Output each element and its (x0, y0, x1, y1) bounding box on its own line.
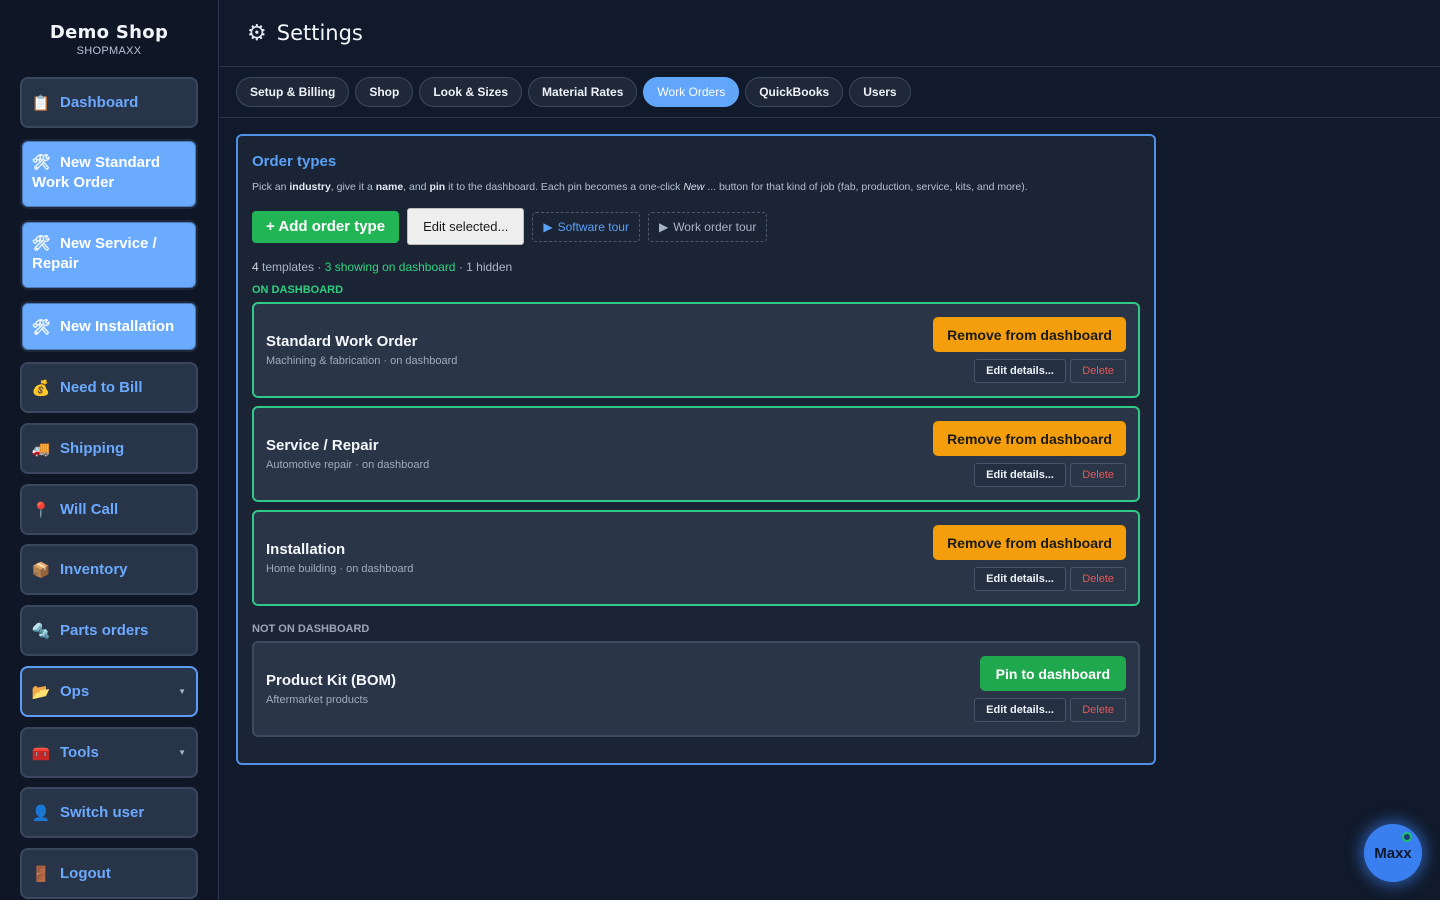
delete-button[interactable]: Delete (1070, 463, 1126, 487)
order-type-card: Service / Repair Automotive repair · on … (252, 406, 1140, 502)
user-icon: 👤 (31, 804, 51, 822)
sidebar-item-label: Dashboard (60, 94, 139, 111)
sidebar-item-logout[interactable]: 🚪 Logout (20, 848, 198, 899)
sidebar-item-label: Shipping (60, 440, 125, 457)
order-type-subtitle: Automotive repair · on dashboard (266, 459, 430, 471)
tab-shop[interactable]: Shop (355, 77, 414, 107)
edit-selected-button[interactable]: Edit selected... (407, 208, 525, 245)
sidebar-item-label: New Service / Repair (32, 235, 157, 272)
sidebar-item-will-call[interactable]: 📍 Will Call (20, 484, 198, 535)
order-type-subtitle: Aftermarket products (266, 694, 369, 706)
remove-from-dashboard-button[interactable]: Remove from dashboard (933, 525, 1126, 560)
on-dashboard-heading: ON DASHBOARD (252, 284, 344, 296)
sidebar-item-dashboard[interactable]: 📋 Dashboard (20, 77, 198, 128)
sidebar-item-label: Inventory (60, 561, 128, 578)
edit-details-button[interactable]: Edit details... (974, 698, 1066, 722)
brand: Demo Shop SHOPMAXX (0, 0, 218, 66)
sidebar-item-label: New Installation (60, 318, 175, 335)
sidebar: Demo Shop SHOPMAXX 📋 Dashboard 🛠 New Sta… (0, 0, 219, 900)
software-tour-button[interactable]: ▶ Software tour (532, 211, 640, 242)
software-tour-label: Software tour (557, 219, 629, 234)
template-counts: 4 templates · 3 showing on dashboard · 1… (252, 260, 513, 274)
panel-actions: + Add order type Edit selected... ▶ Soft… (252, 208, 768, 245)
pin-to-dashboard-button[interactable]: Pin to dashboard (979, 656, 1126, 691)
door-icon: 🚪 (31, 865, 51, 883)
tab-work-orders[interactable]: Work Orders (643, 77, 740, 107)
edit-details-button[interactable]: Edit details... (974, 567, 1066, 591)
not-on-dashboard-heading: NOT ON DASHBOARD (252, 623, 370, 635)
order-type-card: Standard Work Order Machining & fabricat… (252, 302, 1140, 398)
work-order-tour-button[interactable]: ▶ Work order tour (647, 211, 768, 242)
maxx-label: Maxx (1374, 844, 1412, 862)
truck-icon: 🚚 (31, 440, 51, 458)
tab-look-sizes[interactable]: Look & Sizes (419, 77, 523, 107)
online-status-icon (1402, 832, 1412, 842)
sidebar-item-inventory[interactable]: 📦 Inventory (20, 544, 198, 595)
gear-icon: ⚙ (247, 20, 267, 45)
order-type-name: Service / Repair (266, 437, 379, 454)
money-bag-icon: 💰 (31, 379, 51, 397)
tab-setup-billing[interactable]: Setup & Billing (236, 77, 350, 107)
sidebar-item-new-installation[interactable]: 🛠 New Installation (20, 301, 198, 352)
order-type-name: Standard Work Order (266, 333, 418, 350)
toolbox-icon: 🧰 (31, 744, 51, 762)
sidebar-item-label: Switch user (60, 804, 145, 821)
order-type-name: Product Kit (BOM) (266, 672, 396, 689)
order-type-subtitle: Home building · on dashboard (266, 563, 414, 575)
sidebar-item-label: Logout (60, 865, 111, 882)
sidebar-item-parts-orders[interactable]: 🔩 Parts orders (20, 605, 198, 656)
order-type-card: Installation Home building · on dashboar… (252, 510, 1140, 606)
sidebar-item-ops[interactable]: 📂 Ops ▼ (20, 666, 198, 717)
delete-button[interactable]: Delete (1070, 359, 1126, 383)
settings-tabs: Setup & Billing Shop Look & Sizes Materi… (220, 67, 1440, 118)
brand-name: Demo Shop (49, 22, 169, 43)
sidebar-item-label: Need to Bill (60, 379, 143, 396)
panel-title: Order types (252, 153, 337, 170)
remove-from-dashboard-button[interactable]: Remove from dashboard (933, 421, 1126, 456)
tab-quickbooks[interactable]: QuickBooks (745, 77, 844, 107)
tab-material-rates[interactable]: Material Rates (528, 77, 638, 107)
sidebar-item-shipping[interactable]: 🚚 Shipping (20, 423, 198, 474)
chevron-down-icon: ▼ (178, 687, 186, 696)
edit-details-button[interactable]: Edit details... (974, 359, 1066, 383)
sidebar-item-label: New Standard Work Order (32, 154, 161, 191)
box-icon: 📦 (31, 561, 51, 579)
chevron-down-icon: ▼ (178, 748, 186, 757)
order-type-name: Installation (266, 541, 346, 558)
play-icon: ▶ (543, 219, 553, 234)
pin-icon: 📍 (31, 501, 51, 519)
tab-users[interactable]: Users (849, 77, 911, 107)
order-type-subtitle: Machining & fabrication · on dashboard (266, 355, 458, 367)
work-order-tour-label: Work order tour (673, 219, 757, 234)
sidebar-item-new-service-repair[interactable]: 🛠 New Service / Repair (20, 220, 198, 290)
sidebar-item-label: Tools (60, 744, 99, 761)
sidebar-item-label: Ops (60, 683, 90, 700)
tools-icon: 🛠 (31, 318, 51, 336)
clipboard-icon: 📋 (31, 94, 51, 112)
play-icon: ▶ (658, 219, 669, 234)
page-title: Settings (276, 21, 363, 45)
sidebar-item-need-to-bill[interactable]: 💰 Need to Bill (20, 362, 198, 413)
order-types-panel: Order types Pick an industry, give it a … (236, 134, 1156, 765)
add-order-type-button[interactable]: + Add order type (252, 210, 400, 243)
sidebar-item-label: Will Call (60, 501, 119, 518)
maxx-assistant-button[interactable]: Maxx (1364, 824, 1422, 882)
brand-subtitle: SHOPMAXX (76, 45, 142, 57)
folder-icon: 📂 (31, 683, 51, 701)
order-type-card: Product Kit (BOM) Aftermarket products P… (252, 641, 1140, 737)
sidebar-item-label: Parts orders (60, 622, 149, 639)
edit-details-button[interactable]: Edit details... (974, 463, 1066, 487)
sidebar-item-tools[interactable]: 🧰 Tools ▼ (20, 727, 198, 778)
delete-button[interactable]: Delete (1070, 698, 1126, 722)
page-header: ⚙ Settings (220, 0, 1440, 67)
sidebar-item-switch-user[interactable]: 👤 Switch user (20, 787, 198, 838)
panel-description: Pick an industry, give it a name, and pi… (252, 181, 1028, 193)
sidebar-item-new-standard-work-order[interactable]: 🛠 New Standard Work Order (20, 139, 198, 209)
delete-button[interactable]: Delete (1070, 567, 1126, 591)
parts-icon: 🔩 (31, 622, 51, 640)
remove-from-dashboard-button[interactable]: Remove from dashboard (933, 317, 1126, 352)
